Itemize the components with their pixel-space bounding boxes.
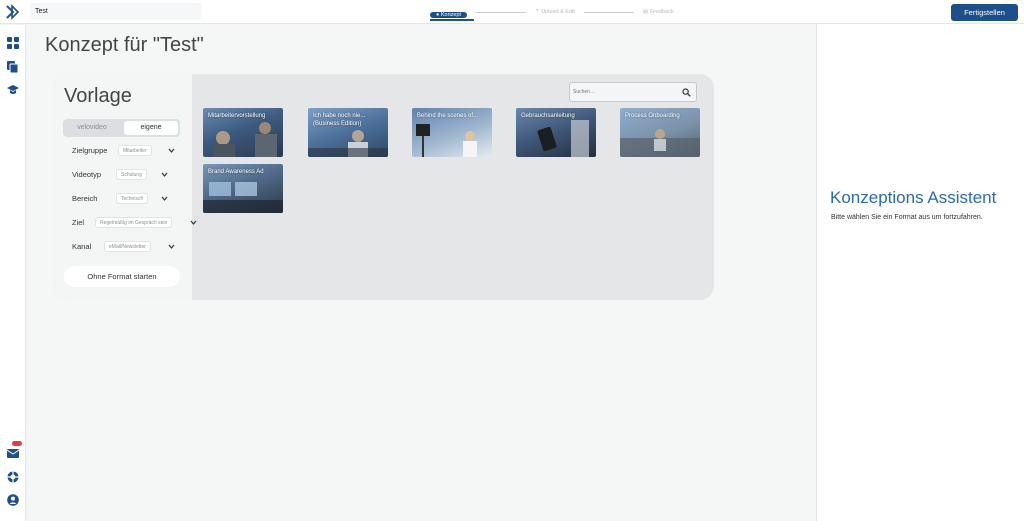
template-tile[interactable]: Gebrauchsanleitung — [516, 108, 596, 157]
assistant-panel: Konzeptions Assistent Bitte wählen Sie e… — [816, 24, 1024, 521]
template-tile[interactable]: Ich habe noch nie... (Business Edition) — [308, 108, 388, 157]
toggle-velovideo[interactable]: velovideo — [65, 121, 119, 135]
chevron-down-icon — [190, 220, 197, 225]
filter-kanal[interactable]: Kanal eMail/Newsletter — [65, 237, 181, 257]
filter-ziel[interactable]: Ziel Regelmäßig im Gespräch sein — [65, 213, 201, 233]
filter-value: Technisch — [116, 193, 149, 204]
app-logo-icon[interactable] — [5, 4, 21, 20]
filter-value: eMail/Newsletter — [104, 241, 151, 252]
step-konzept-label: Konzept — [440, 12, 462, 18]
support-icon[interactable] — [7, 471, 19, 483]
chevron-down-icon — [168, 244, 175, 249]
template-title: Mitarbeitervorstellung — [208, 113, 266, 119]
template-tile[interactable]: Mitarbeitervorstellung — [203, 108, 283, 157]
step-progress: ● Konzept ⇡ Upload & Edit ▤ Feedback — [430, 3, 674, 21]
source-toggle: velovideo eigene — [63, 119, 180, 137]
template-title: Behind the scenes of... — [417, 113, 479, 119]
assistant-title: Konzeptions Assistent — [830, 188, 997, 207]
template-title: Gebrauchsanleitung — [521, 113, 575, 119]
dashboard-icon[interactable] — [7, 37, 19, 49]
filter-videotyp[interactable]: Videotyp Schulung — [65, 165, 181, 185]
template-tile[interactable]: Process Onboarding — [620, 108, 700, 157]
toggle-eigene[interactable]: eigene — [124, 121, 178, 135]
search-icon[interactable] — [682, 88, 691, 97]
filter-label: Bereich — [72, 194, 98, 203]
step-konzept[interactable]: ● Konzept — [430, 3, 474, 21]
top-bar: Test ● Konzept ⇡ Upload & Edit ▤ Feedbac… — [0, 0, 1024, 24]
step-feedback-label: Feedback — [649, 9, 674, 15]
finish-button[interactable]: Fertigstellen — [951, 4, 1018, 21]
start-without-format-button[interactable]: Ohne Format starten — [64, 266, 180, 287]
assistant-subtitle: Bitte wählen Sie ein Format aus um fortz… — [831, 214, 983, 221]
chevron-down-icon — [161, 196, 168, 201]
template-title: Process Onboarding — [625, 113, 680, 119]
step-connector — [583, 11, 634, 13]
graduation-cap-icon[interactable] — [7, 83, 19, 95]
template-search — [569, 82, 697, 102]
step-active-underline — [430, 19, 474, 21]
filter-label: Videotyp — [72, 170, 102, 179]
user-icon[interactable] — [7, 494, 19, 506]
step-upload-edit-label: Upload & Edit — [541, 9, 575, 15]
project-name-field[interactable]: Test — [30, 3, 202, 20]
step-upload-edit[interactable]: ⇡ Upload & Edit — [535, 9, 575, 15]
copy-icon[interactable] — [7, 61, 19, 73]
page-title: Konzept für "Test" — [45, 34, 204, 56]
filter-label: Zielgruppe — [72, 146, 108, 155]
filter-zielgruppe[interactable]: Zielgruppe Mitarbeiter — [65, 141, 181, 161]
template-card: Vorlage velovideo eigene Zielgruppe Mita… — [52, 74, 714, 300]
template-title: Ich habe noch nie... (Business Edition) — [313, 113, 366, 127]
mail-icon — [7, 449, 19, 458]
filter-label: Kanal — [72, 242, 92, 251]
vorlage-title: Vorlage — [64, 85, 132, 107]
step-connector — [476, 11, 527, 13]
template-tile[interactable]: Brand Awareness Ad — [203, 164, 283, 213]
step-feedback[interactable]: ▤ Feedback — [643, 9, 674, 15]
filter-value: Schulung — [116, 169, 147, 180]
notification-badge — [12, 441, 22, 446]
filter-panel: Vorlage velovideo eigene Zielgruppe Mita… — [52, 74, 197, 300]
chevron-down-icon — [161, 172, 168, 177]
template-title: Brand Awareness Ad — [208, 169, 264, 175]
feedback-icon: ▤ — [642, 9, 650, 15]
template-tile[interactable]: Behind the scenes of... — [412, 108, 492, 157]
filter-label: Ziel — [72, 218, 85, 227]
search-input[interactable] — [573, 85, 673, 99]
chevron-down-icon — [168, 148, 175, 153]
sidebar — [0, 25, 26, 521]
filter-value: Mitarbeiter — [118, 145, 152, 156]
filter-value: Regelmäßig im Gespräch sein — [95, 217, 173, 228]
filter-bereich[interactable]: Bereich Technisch — [65, 189, 181, 209]
